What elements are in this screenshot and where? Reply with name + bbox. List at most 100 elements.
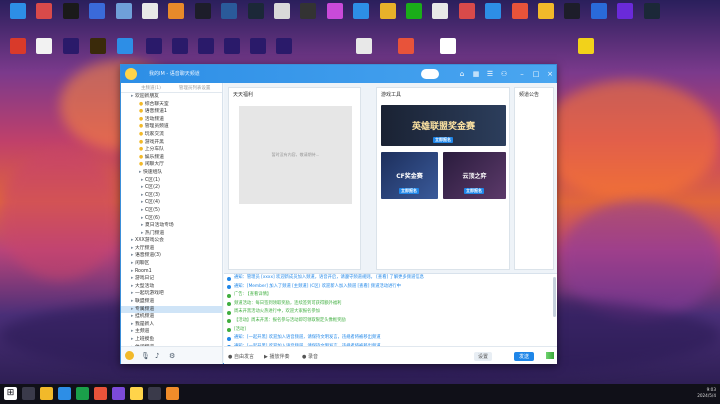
desktop-icon[interactable] — [136, 3, 164, 20]
desktop-icon[interactable] — [57, 38, 85, 55]
status-toggle[interactable] — [421, 69, 439, 79]
settings-icon[interactable]: ⚙ — [169, 352, 175, 360]
lol-signup-button[interactable]: 立即报名 — [433, 137, 453, 143]
desktop-icon[interactable] — [453, 3, 481, 20]
grid-tab-icon[interactable]: ▦ — [471, 69, 481, 79]
title-bar[interactable]: 我的IM - 语音聊天频道 ⌂ ▦ ☰ ⚇ – □ × — [121, 65, 556, 83]
desktop-icon[interactable] — [166, 38, 194, 55]
channel-item[interactable]: ▸ 专属频道 — [121, 305, 222, 314]
desktop-icon[interactable] — [4, 38, 32, 55]
app2-icon[interactable] — [112, 387, 125, 400]
desktop-icon[interactable] — [189, 3, 217, 20]
close-icon[interactable]: × — [545, 69, 555, 79]
list-tab-icon[interactable]: ☰ — [485, 69, 495, 79]
tft-signup-button[interactable]: 立即报名 — [464, 188, 484, 194]
qq-task-icon[interactable] — [130, 387, 143, 400]
desktop-icon[interactable] — [572, 38, 600, 55]
desktop-icon[interactable] — [30, 38, 58, 55]
desktop-icon[interactable] — [479, 3, 507, 20]
lol-banner[interactable]: 英雄联盟奖金赛 立即报名 — [381, 105, 506, 146]
channel-item[interactable]: ▸ 大型活动 — [121, 283, 222, 291]
channel-item[interactable]: ▸ C区(2) — [121, 184, 222, 192]
explorer-icon[interactable] — [40, 387, 53, 400]
desktop-icon[interactable] — [57, 3, 85, 20]
desktop-icon[interactable] — [4, 3, 32, 20]
channel-item[interactable]: ▸ 语音频道(3) — [121, 252, 222, 260]
free-speech-button[interactable]: ● 自由发言 — [228, 353, 254, 360]
channel-item[interactable]: ● 管理员频道 — [121, 123, 222, 131]
desktop-icon[interactable] — [218, 38, 246, 55]
channel-item[interactable]: ▸ 欢迎新朋友 — [121, 93, 222, 101]
desktop-icon[interactable] — [611, 3, 639, 20]
channel-item[interactable]: ● 活动频道 — [121, 116, 222, 124]
channel-item[interactable]: ▸ C区(3) — [121, 192, 222, 200]
store-icon[interactable] — [76, 387, 89, 400]
cf-signup-button[interactable]: 立即报名 — [399, 188, 419, 194]
desktop-icon[interactable] — [84, 38, 112, 55]
channel-item[interactable]: ▸ XXX游戏公会 — [121, 237, 222, 245]
record-button[interactable]: ● 录音 — [302, 353, 318, 360]
send-button[interactable]: 发送 — [514, 352, 535, 361]
channel-item[interactable]: ▸ 游戏日记 — [121, 275, 222, 283]
people-tab-icon[interactable]: ⚇ — [499, 69, 509, 79]
settings-button[interactable]: 设置 — [474, 352, 493, 361]
edge-icon[interactable] — [58, 387, 71, 400]
channel-item[interactable]: ▸ 挂机频道 — [121, 313, 222, 321]
channel-item[interactable]: ▸ Room1 — [121, 268, 222, 276]
desktop-icon[interactable] — [242, 3, 270, 20]
desktop-icon[interactable] — [347, 3, 375, 20]
speaker-icon[interactable]: ♪ — [155, 352, 159, 360]
channel-item[interactable]: ▸ 大厅频道 — [121, 245, 222, 253]
channel-item[interactable]: ▸ C区(1) — [121, 177, 222, 185]
channel-item[interactable]: ▸ 一起玩游戏吧 — [121, 290, 222, 298]
channel-item[interactable]: ▸ C区(6) — [121, 215, 222, 223]
music-button[interactable]: ▶ 播放伴奏 — [264, 353, 289, 360]
channel-item[interactable]: ▸ 快速组队 — [121, 169, 222, 177]
desktop-icon[interactable] — [350, 38, 378, 55]
channel-item[interactable]: ▸ 主频道 — [121, 328, 222, 336]
channel-item[interactable]: ▸ 热门频道 — [121, 230, 222, 238]
desktop-icon[interactable] — [638, 3, 666, 20]
channel-item[interactable]: ▸ C区(4) — [121, 199, 222, 207]
channel-item[interactable]: ● 综合聊天室 — [121, 101, 222, 109]
channel-item[interactable]: ▸ C区(5) — [121, 207, 222, 215]
desktop-icon[interactable] — [426, 3, 454, 20]
desktop-icon[interactable] — [244, 38, 272, 55]
avatar[interactable] — [125, 351, 134, 360]
desktop-icon[interactable] — [215, 3, 243, 20]
channel-item[interactable]: ● 娱乐频道 — [121, 154, 222, 162]
channel-header[interactable]: 主频道(1) 管理员列表设置 — [121, 83, 222, 93]
desktop-icon[interactable] — [532, 3, 560, 20]
desktop-icon[interactable] — [111, 38, 139, 55]
desktop-icon[interactable] — [434, 38, 462, 55]
desktop-icon[interactable] — [321, 3, 349, 20]
app3-icon[interactable] — [148, 387, 161, 400]
clock[interactable]: 9:03 2024/5/4 — [697, 387, 716, 399]
app4-icon[interactable] — [166, 387, 179, 400]
desktop-icon[interactable] — [506, 3, 534, 20]
channel-item[interactable]: ● 游戏开黑 — [121, 139, 222, 147]
desktop-icon[interactable] — [400, 3, 428, 20]
desktop-icon[interactable] — [192, 38, 220, 55]
channel-item[interactable]: ● 玩家交流 — [121, 131, 222, 139]
desktop-icon[interactable] — [392, 38, 420, 55]
desktop-icon[interactable] — [585, 3, 613, 20]
desktop-icon[interactable] — [270, 38, 298, 55]
home-tab-icon[interactable]: ⌂ — [457, 69, 467, 79]
cf-banner[interactable]: CF奖金赛 立即报名 — [381, 152, 438, 199]
channel-item[interactable]: ▸ 我是新人 — [121, 321, 222, 329]
channel-item[interactable]: ● 闲聊大厅 — [121, 161, 222, 169]
desktop-icon[interactable] — [30, 3, 58, 20]
app1-icon[interactable] — [94, 387, 107, 400]
channel-item[interactable]: ▸ 上班摸鱼 — [121, 336, 222, 344]
desktop-icon[interactable] — [268, 3, 296, 20]
channel-header-right[interactable]: 管理员列表设置 — [179, 85, 211, 91]
channel-item[interactable]: ▸ 夏日活动专场 — [121, 222, 222, 230]
desktop-icon[interactable] — [140, 38, 168, 55]
desktop-icon[interactable] — [83, 3, 111, 20]
desktop-icon[interactable] — [558, 3, 586, 20]
desktop-icon[interactable] — [110, 3, 138, 20]
channel-item[interactable]: ● 上分车队 — [121, 146, 222, 154]
channel-item[interactable]: ▸ 联盟频道 — [121, 298, 222, 306]
maximize-icon[interactable]: □ — [531, 69, 541, 79]
